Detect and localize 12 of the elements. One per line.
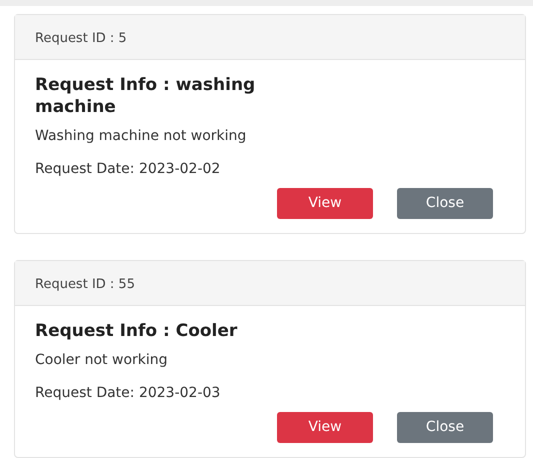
request-date: Request Date: 2023-02-02 xyxy=(35,160,222,179)
request-id: Request ID : 55 xyxy=(35,277,135,292)
request-date: Request Date: 2023-02-03 xyxy=(35,384,222,403)
request-id: Request ID : 5 xyxy=(35,31,127,46)
close-button[interactable]: Close xyxy=(397,412,493,443)
view-button[interactable]: View xyxy=(277,412,373,443)
view-button[interactable]: View xyxy=(277,188,373,219)
request-description: Cooler not working xyxy=(35,351,169,370)
request-title: Request Info : Cooler xyxy=(35,320,238,342)
request-description: Washing machine not working xyxy=(35,127,248,146)
request-title: Request Info : washing machine xyxy=(35,74,256,118)
close-button[interactable]: Close xyxy=(397,188,493,219)
